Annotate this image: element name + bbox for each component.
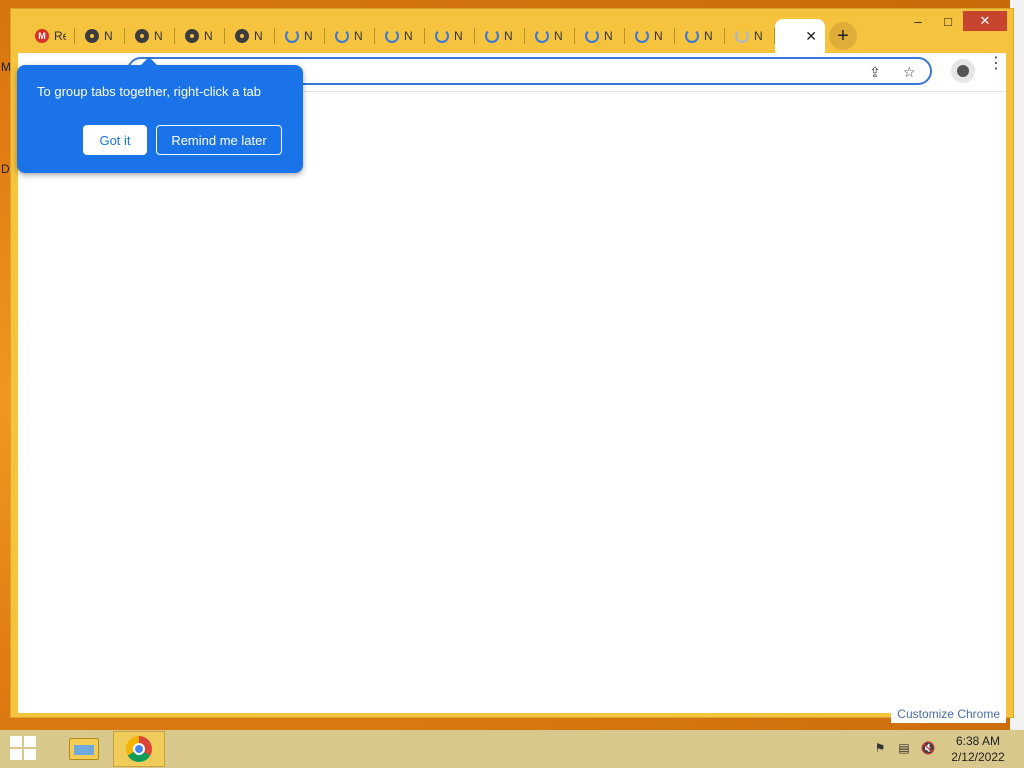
new-tab-button[interactable]: + <box>829 22 857 50</box>
got-it-button[interactable]: Got it <box>83 125 147 155</box>
tab[interactable]: M Re <box>25 19 75 53</box>
share-icon[interactable]: ⇪ <box>869 64 881 81</box>
taskbar: ⚑ ▤ 🔇 6:38 AM 2/12/2022 <box>0 730 1024 768</box>
tab-title: N <box>154 29 163 43</box>
tab[interactable]: N <box>525 19 575 53</box>
close-tab-icon[interactable]: ✕ <box>805 28 817 45</box>
tab-title: N <box>404 29 413 43</box>
tab[interactable]: N <box>425 19 475 53</box>
tab-title: N <box>604 29 613 43</box>
title-bar[interactable]: M Re N N N N N N N N N N N N N N ✕ + – □ ✕ <box>11 9 1013 53</box>
network-icon[interactable]: ▤ <box>896 740 912 756</box>
tab-title: N <box>504 29 513 43</box>
volume-muted-icon[interactable]: 🔇 <box>920 740 936 756</box>
tab-title: N <box>554 29 563 43</box>
tab[interactable]: N <box>175 19 225 53</box>
chrome-icon <box>85 29 99 43</box>
tab[interactable]: N <box>575 19 625 53</box>
system-tray: ⚑ ▤ 🔇 <box>872 740 936 756</box>
tab-title: N <box>754 29 763 43</box>
loading-spinner-icon <box>685 29 699 43</box>
folder-icon <box>69 738 99 760</box>
chrome-icon <box>235 29 249 43</box>
tab[interactable]: N <box>475 19 525 53</box>
tab-groups-promo-bubble: To group tabs together, right-click a ta… <box>17 57 303 173</box>
tab-title: N <box>704 29 713 43</box>
tab[interactable]: N <box>275 19 325 53</box>
tab-title: Re <box>54 29 66 43</box>
page-content: Customize Chrome <box>18 91 1006 723</box>
window-controls: – □ ✕ <box>903 11 1007 31</box>
tab[interactable]: N <box>75 19 125 53</box>
loading-spinner-icon <box>635 29 649 43</box>
loading-spinner-icon <box>285 29 299 43</box>
loading-spinner-icon <box>335 29 349 43</box>
start-button[interactable] <box>10 736 38 762</box>
chrome-menu-icon[interactable]: ⋮ <box>988 56 1004 72</box>
loading-spinner-icon <box>485 29 499 43</box>
loading-spinner-icon <box>735 29 749 43</box>
loading-spinner-icon <box>535 29 549 43</box>
tab[interactable]: N <box>625 19 675 53</box>
chrome-taskbar-button[interactable] <box>113 731 165 767</box>
clock-time: 6:38 AM <box>955 734 1001 748</box>
remind-me-later-button[interactable]: Remind me later <box>156 125 282 155</box>
tab[interactable]: N <box>225 19 275 53</box>
tab-title: N <box>304 29 313 43</box>
maximize-button[interactable]: □ <box>933 11 963 31</box>
tab[interactable]: N <box>325 19 375 53</box>
profile-icon[interactable] <box>951 59 975 83</box>
loading-spinner-icon <box>385 29 399 43</box>
action-center-flag-icon[interactable]: ⚑ <box>872 740 888 756</box>
tab-title: N <box>104 29 113 43</box>
close-window-button[interactable]: ✕ <box>963 11 1007 31</box>
bookmark-star-icon[interactable]: ☆ <box>903 64 916 81</box>
tab-title: N <box>654 29 663 43</box>
loading-spinner-icon <box>435 29 449 43</box>
minimize-button[interactable]: – <box>903 11 933 31</box>
tab[interactable]: N <box>675 19 725 53</box>
chrome-icon <box>185 29 199 43</box>
tab-title: N <box>454 29 463 43</box>
loading-spinner-icon <box>585 29 599 43</box>
file-explorer-taskbar-button[interactable] <box>58 731 110 767</box>
tab-title: N <box>354 29 363 43</box>
promo-message: To group tabs together, right-click a ta… <box>37 84 262 99</box>
tab[interactable]: N <box>125 19 175 53</box>
tab[interactable]: N <box>375 19 425 53</box>
desktop-icon-label[interactable]: D <box>1 162 10 176</box>
clock-date: 2/12/2022 <box>951 750 1005 764</box>
tab-strip: M Re N N N N N N N N N N N N N N ✕ <box>25 19 825 53</box>
tab-active[interactable]: ✕ <box>775 19 825 53</box>
tab-title: N <box>204 29 213 43</box>
tab[interactable]: N <box>725 19 775 53</box>
clock[interactable]: 6:38 AM 2/12/2022 <box>948 733 1008 765</box>
tab-title: N <box>254 29 263 43</box>
chrome-icon <box>135 29 149 43</box>
chrome-icon <box>126 736 152 762</box>
gmail-icon: M <box>35 29 49 43</box>
customize-chrome-button[interactable]: Customize Chrome <box>891 705 1006 723</box>
